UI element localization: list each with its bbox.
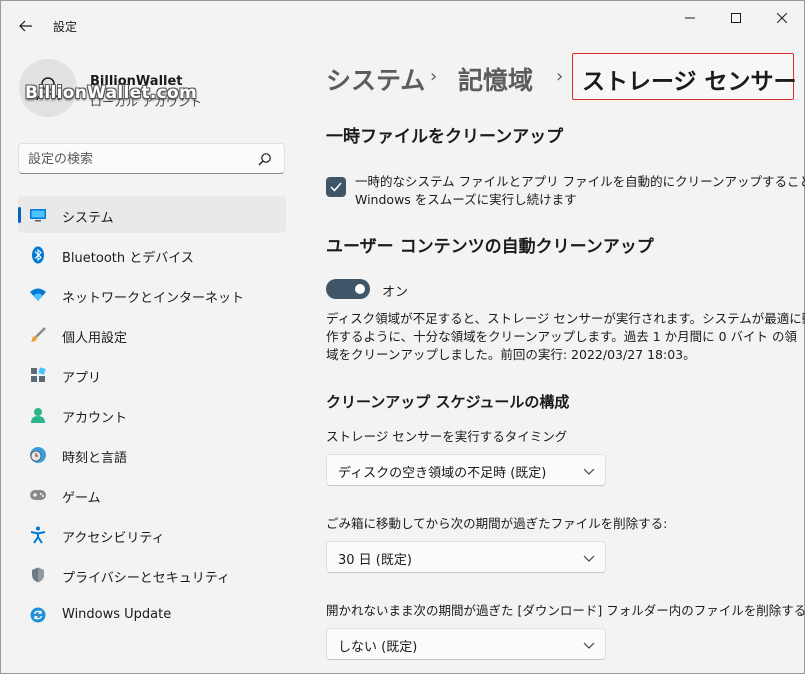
sidebar-item-label: 時刻と言語 xyxy=(62,451,128,466)
toggle-state-label: オン xyxy=(382,285,409,300)
storage-sense-toggle[interactable] xyxy=(326,279,370,299)
app-title: 設定 xyxy=(53,20,78,34)
schedule-section-title: クリーンアップ スケジュールの構成 xyxy=(326,393,570,411)
maximize-icon xyxy=(731,13,741,23)
back-arrow-icon xyxy=(19,20,32,32)
back-button[interactable] xyxy=(13,13,39,39)
accessibility-icon xyxy=(29,526,47,544)
minimize-icon xyxy=(685,17,695,19)
settings-window: 設定 BillionWallet ローカル アカウント BillionWalle… xyxy=(0,0,805,674)
search-box[interactable] xyxy=(18,143,285,174)
sidebar-item-system[interactable]: システム xyxy=(18,196,286,233)
clock-globe-icon xyxy=(29,446,47,464)
title-bar: 設定 xyxy=(1,1,804,49)
auto-cleanup-description-line1: ディスク領域が不足すると、ストレージ センサーが実行されます。システムが最適に動 xyxy=(326,311,805,326)
toggle-knob xyxy=(355,284,365,294)
recycle-bin-label: ごみ箱に移動してから次の期間が過ぎたファイルを削除する: xyxy=(326,516,668,531)
bluetooth-icon xyxy=(29,246,47,264)
update-icon xyxy=(29,606,47,624)
watermark: BillionWallet.com xyxy=(25,83,198,103)
page-title-highlight: ストレージ センサー xyxy=(572,53,797,100)
sidebar-item-bluetooth[interactable]: Bluetooth とデバイス xyxy=(18,236,286,273)
sidebar-item-network[interactable]: ネットワークとインターネット xyxy=(18,276,286,313)
search-input[interactable] xyxy=(28,150,248,168)
auto-cleanup-section-title: ユーザー コンテンツの自動クリーンアップ xyxy=(326,237,654,257)
sidebar-item-personalization[interactable]: 個人用設定 xyxy=(18,316,286,353)
sidebar-item-label: システム xyxy=(62,211,114,226)
chevron-down-icon xyxy=(583,642,595,649)
sidebar-item-label: Windows Update xyxy=(62,607,172,622)
recycle-bin-value: 30 日 (既定) xyxy=(338,553,412,568)
temp-files-checkbox-label-line1: 一時的なシステム ファイルとアプリ ファイルを自動的にクリーンアップすることで、 xyxy=(355,174,805,189)
close-button[interactable] xyxy=(759,5,805,31)
wifi-icon xyxy=(29,286,47,304)
chevron-down-icon xyxy=(583,468,595,475)
breadcrumb-item-system[interactable]: システム xyxy=(326,61,425,97)
sidebar-item-gaming[interactable]: ゲーム xyxy=(18,476,286,513)
sidebar-item-label: 個人用設定 xyxy=(62,331,128,346)
sidebar-item-apps[interactable]: アプリ xyxy=(18,356,286,393)
maximize-button[interactable] xyxy=(713,5,759,31)
downloads-dropdown[interactable]: しない (既定) xyxy=(326,628,606,660)
sidebar-item-label: アクセシビリティ xyxy=(62,531,165,546)
temp-files-checkbox[interactable] xyxy=(326,177,346,197)
downloads-label: 開かれないまま次の期間が過ぎた [ダウンロード] フォルダー内のファイルを削除す… xyxy=(326,603,805,618)
sidebar-item-accessibility[interactable]: アクセシビリティ xyxy=(18,516,286,553)
sidebar-item-label: Bluetooth とデバイス xyxy=(62,251,194,266)
recycle-bin-dropdown[interactable]: 30 日 (既定) xyxy=(326,541,606,573)
shield-icon xyxy=(29,566,47,584)
minimize-button[interactable] xyxy=(667,5,713,31)
system-display-icon xyxy=(29,206,47,224)
temp-files-section-title: 一時ファイルをクリーンアップ xyxy=(326,127,564,147)
sidebar-item-label: プライバシーとセキュリティ xyxy=(62,571,230,586)
apps-icon xyxy=(29,366,47,384)
sidebar-item-windows-update[interactable]: Windows Update xyxy=(18,596,286,633)
breadcrumb-item-storage[interactable]: 記憶域 xyxy=(458,61,533,97)
auto-cleanup-description-line3: 域をクリーンアップしました。前回の実行: 2022/03/27 18:03。 xyxy=(326,347,696,362)
run-timing-label: ストレージ センサーを実行するタイミング xyxy=(326,429,568,444)
sidebar-item-label: アプリ xyxy=(62,371,102,386)
search-icon[interactable] xyxy=(258,151,274,167)
temp-files-checkbox-label-line2: Windows をスムーズに実行し続けます xyxy=(355,192,577,207)
checkmark-icon xyxy=(330,182,342,192)
run-timing-dropdown[interactable]: ディスクの空き領域の不足時 (既定) xyxy=(326,454,606,486)
close-icon xyxy=(777,13,787,23)
downloads-value: しない (既定) xyxy=(338,640,418,655)
page-title: ストレージ センサー xyxy=(582,69,797,95)
auto-cleanup-description-line2: 作するように、十分な領域をクリーンアップします。過去 1 か月間に 0 バイト … xyxy=(326,329,798,344)
sidebar-item-privacy[interactable]: プライバシーとセキュリティ xyxy=(18,556,286,593)
sidebar-nav: システム Bluetooth とデバイス ネットワークとインターネット 個人用設… xyxy=(18,196,286,636)
sidebar-item-accounts[interactable]: アカウント xyxy=(18,396,286,433)
sidebar-item-time-language[interactable]: 時刻と言語 xyxy=(18,436,286,473)
run-timing-value: ディスクの空き領域の不足時 (既定) xyxy=(338,466,547,481)
chevron-down-icon xyxy=(583,555,595,562)
breadcrumb-separator: › xyxy=(556,66,564,87)
sidebar-item-label: ゲーム xyxy=(62,491,101,506)
sidebar-item-label: アカウント xyxy=(62,411,128,426)
person-icon xyxy=(29,406,47,424)
gamepad-icon xyxy=(29,486,47,504)
sidebar-item-label: ネットワークとインターネット xyxy=(62,291,245,306)
breadcrumb-separator: › xyxy=(430,66,438,87)
brush-icon xyxy=(29,326,47,344)
